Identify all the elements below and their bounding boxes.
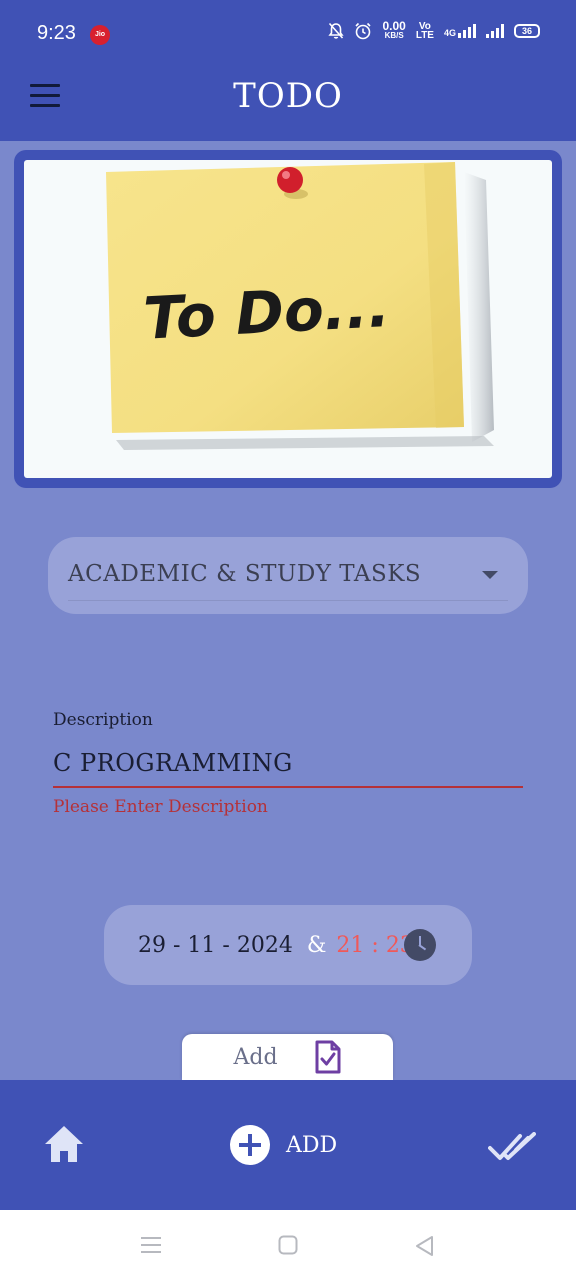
chevron-down-icon bbox=[482, 571, 498, 579]
clock-icon[interactable] bbox=[404, 929, 436, 961]
category-select[interactable]: ACADEMIC & STUDY TASKS bbox=[48, 537, 528, 614]
sticky-note-illustration: To Do... bbox=[106, 162, 494, 450]
status-icons: 0.00 KB/S Vo LTE 4G 36 bbox=[328, 19, 540, 41]
app-bar: TODO bbox=[0, 64, 576, 141]
description-error: Please Enter Description bbox=[53, 797, 268, 817]
data-speed: 0.00 KB/S bbox=[382, 19, 406, 40]
network-type: 4G bbox=[443, 28, 456, 38]
time-value: 21 : 23 bbox=[336, 932, 414, 958]
volte-indicator: Vo LTE bbox=[415, 22, 434, 41]
date-value: 29 - 11 - 2024 bbox=[138, 932, 293, 958]
hero-card: To Do... bbox=[14, 150, 562, 488]
signal-icon bbox=[458, 24, 476, 38]
note-text: To Do... bbox=[142, 272, 391, 353]
nav-add-label: ADD bbox=[286, 1132, 338, 1158]
home-square-icon[interactable] bbox=[278, 1235, 298, 1255]
battery-level: 36 bbox=[521, 26, 532, 36]
app-title: TODO bbox=[233, 76, 343, 116]
battery-icon: 36 bbox=[514, 24, 540, 38]
bottom-nav: ADD bbox=[0, 1080, 576, 1210]
description-underline bbox=[53, 786, 523, 788]
plus-circle-icon bbox=[230, 1125, 270, 1165]
signal-4g: 4G bbox=[444, 24, 476, 38]
hero-image: To Do... bbox=[24, 160, 552, 478]
system-nav bbox=[0, 1210, 576, 1280]
category-selected-value: ACADEMIC & STUDY TASKS bbox=[68, 561, 422, 587]
alarm-clock-icon bbox=[355, 22, 372, 40]
date-time-separator: & bbox=[306, 932, 327, 958]
home-icon[interactable] bbox=[43, 1124, 85, 1164]
data-speed-unit: KB/S bbox=[384, 31, 404, 40]
carrier-badge: Jio bbox=[90, 25, 110, 45]
signal-icon-2 bbox=[486, 24, 504, 38]
nav-add-button[interactable]: ADD bbox=[230, 1125, 337, 1165]
mute-bell-icon bbox=[328, 22, 345, 39]
datetime-picker[interactable]: 29 - 11 - 2024 & 21 : 23 bbox=[104, 905, 472, 985]
add-button-label: Add bbox=[233, 1044, 278, 1070]
status-time: 9:23 bbox=[37, 22, 76, 44]
back-triangle-icon[interactable] bbox=[414, 1235, 434, 1257]
document-check-icon bbox=[315, 1040, 341, 1074]
description-label: Description bbox=[53, 710, 153, 730]
recent-apps-icon[interactable] bbox=[140, 1235, 162, 1255]
select-underline bbox=[68, 600, 508, 601]
data-speed-value: 0.00 bbox=[382, 19, 406, 33]
add-button[interactable]: Add bbox=[182, 1034, 393, 1080]
volte-bottom: LTE bbox=[415, 30, 434, 41]
status-bar: 9:23 Jio 0.00 KB/S Vo LTE 4G 36 bbox=[0, 0, 576, 64]
description-input[interactable] bbox=[53, 740, 523, 786]
double-check-icon[interactable] bbox=[488, 1132, 536, 1162]
